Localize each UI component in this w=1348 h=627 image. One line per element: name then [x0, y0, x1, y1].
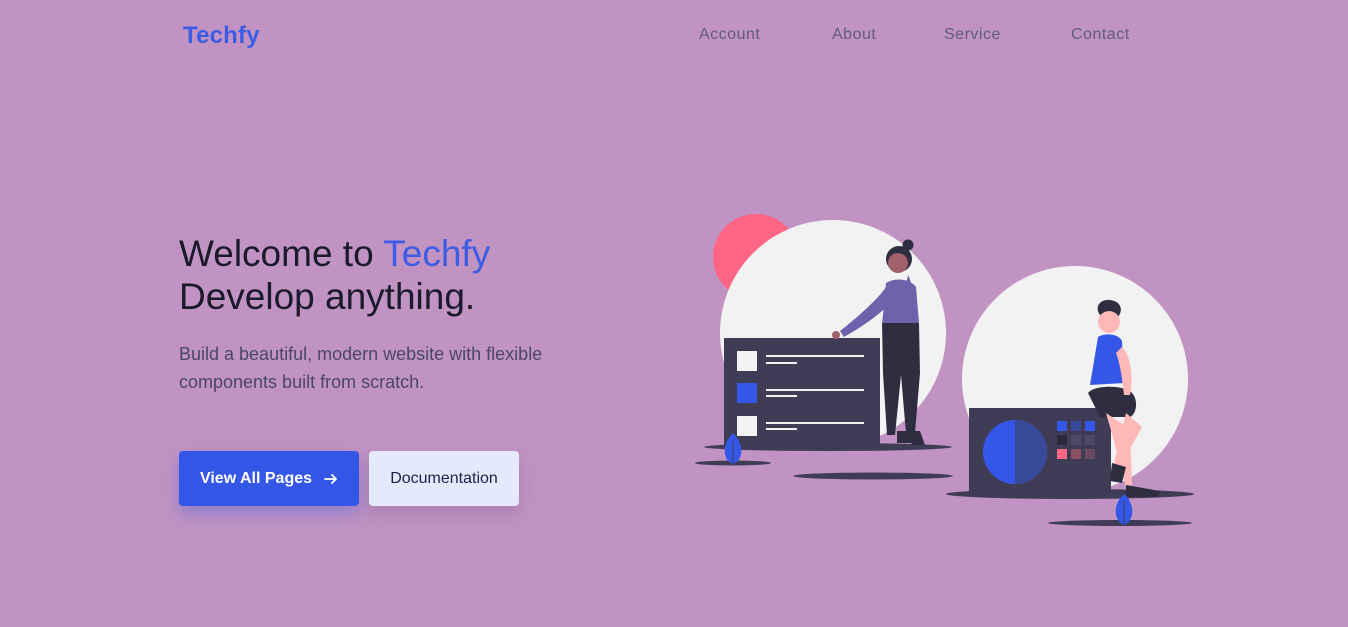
documentation-button[interactable]: Documentation: [369, 451, 519, 506]
grid-square: [1071, 421, 1081, 431]
list-checkbox: [737, 383, 757, 403]
grid-square: [1071, 449, 1081, 459]
list-checkbox: [737, 351, 757, 371]
nav-service[interactable]: Service: [944, 26, 1001, 44]
grid-square: [1071, 435, 1081, 445]
view-all-pages-button[interactable]: View All Pages: [179, 451, 359, 506]
grid-square: [1085, 435, 1095, 445]
list-line: [766, 422, 864, 424]
grid-square: [1057, 435, 1067, 445]
hero-title: Welcome to Techfy Develop anything.: [179, 232, 490, 318]
documentation-label: Documentation: [390, 469, 498, 487]
nav-account[interactable]: Account: [699, 26, 760, 44]
shadow-ellipse: [793, 472, 953, 480]
hero-title-prefix: Welcome to: [179, 233, 384, 274]
list-line: [766, 362, 797, 364]
grid-square: [1057, 421, 1067, 431]
arrow-right-icon: [324, 473, 337, 484]
list-line: [766, 355, 864, 357]
nav-about[interactable]: About: [832, 26, 876, 44]
hero-subtitle: Build a beautiful, modern website with f…: [179, 344, 543, 392]
list-line: [766, 428, 797, 430]
hero-title-accent: Techfy: [383, 233, 491, 274]
grid-square: [1085, 449, 1095, 459]
grid-square: [1085, 421, 1095, 431]
hero-title-line2: Develop anything.: [179, 276, 476, 317]
list-line: [766, 395, 797, 397]
list-checkbox: [737, 416, 757, 436]
list-line: [766, 389, 864, 391]
grid-square: [1057, 449, 1067, 459]
view-all-pages-label: View All Pages: [199, 469, 313, 487]
main-nav: Account About Service Contact: [0, 26, 1348, 46]
nav-contact[interactable]: Contact: [1071, 26, 1130, 44]
hero-illustration: [695, 214, 1194, 526]
